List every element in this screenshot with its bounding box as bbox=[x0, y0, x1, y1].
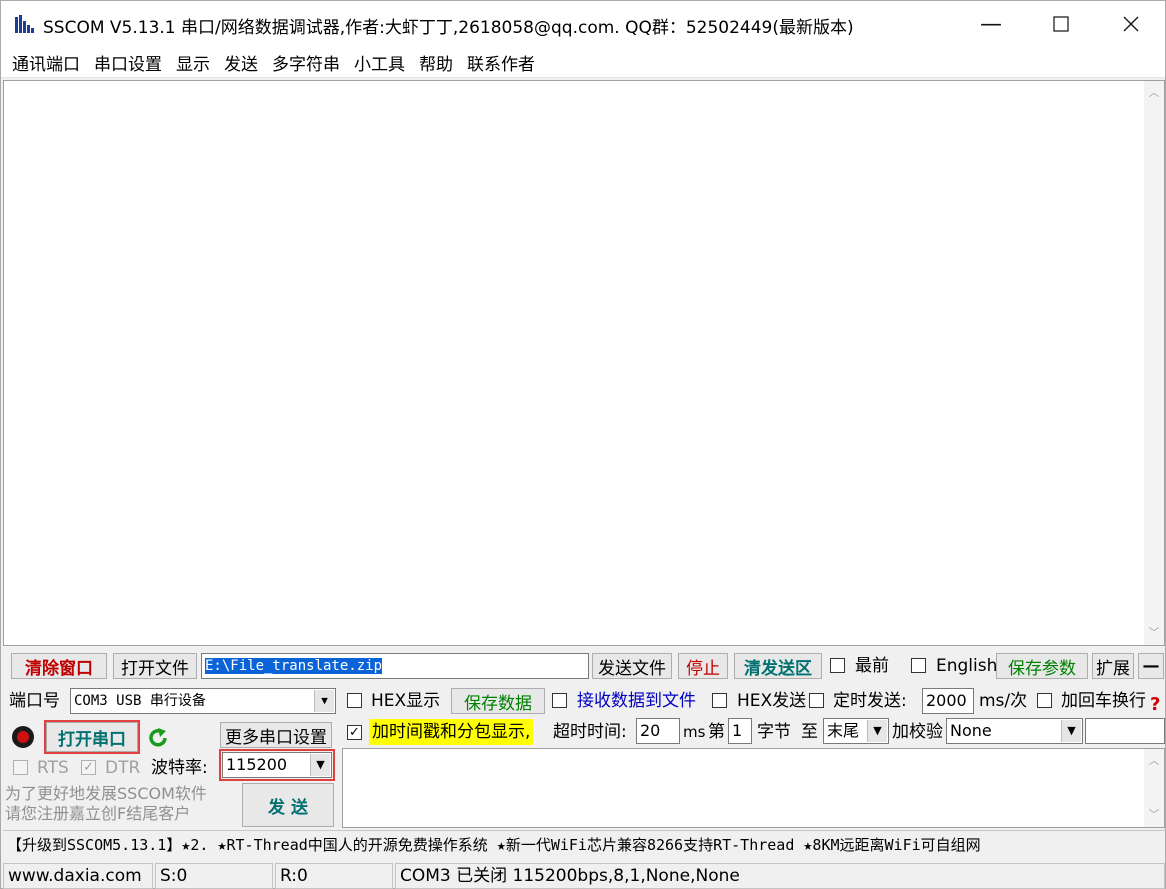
receive-scrollbar[interactable]: ︿ ﹀ bbox=[1144, 81, 1164, 645]
app-logo-icon bbox=[15, 15, 34, 33]
clear-window-button[interactable]: 清除窗口 bbox=[11, 653, 107, 679]
dtr-checkbox[interactable]: ✓ bbox=[81, 760, 96, 775]
dtr-label: DTR bbox=[105, 758, 141, 778]
open-file-button[interactable]: 打开文件 bbox=[113, 653, 197, 679]
status-bar: www.daxia.com S:0 R:0 COM3 已关闭 115200bps… bbox=[1, 861, 1165, 889]
chevron-down-icon[interactable]: ▼ bbox=[1061, 720, 1081, 742]
app-window: SSCOM V5.13.1 串口/网络数据调试器,作者:大虾丁丁,2618058… bbox=[0, 0, 1166, 889]
menu-send[interactable]: 发送 bbox=[217, 50, 265, 75]
add-crlf-checkbox[interactable] bbox=[1037, 693, 1052, 708]
menu-bar: 通讯端口 串口设置 显示 发送 多字符串 小工具 帮助 联系作者 bbox=[1, 47, 1165, 78]
clear-send-button[interactable]: 清发送区 bbox=[734, 653, 822, 679]
hex-display-label: HEX显示 bbox=[371, 691, 441, 711]
timeout-label: 超时时间: bbox=[553, 722, 627, 742]
collapse-button[interactable]: — bbox=[1138, 653, 1164, 679]
port-label: 端口号 bbox=[9, 691, 60, 711]
hex-send-label: HEX发送 bbox=[737, 691, 807, 711]
scroll-down-icon[interactable]: ﹀ bbox=[1144, 623, 1164, 643]
checksum-label: 加校验 bbox=[892, 722, 943, 742]
file-path-text: E:\File_translate.zip bbox=[205, 658, 383, 674]
expand-button[interactable]: 扩展 bbox=[1092, 653, 1134, 679]
send-file-button[interactable]: 发送文件 bbox=[592, 653, 672, 679]
rts-checkbox[interactable] bbox=[13, 760, 28, 775]
send-scrollbar[interactable]: ︿ ﹀ bbox=[1144, 749, 1164, 827]
port-status-text: COM3 已关闭 115200bps,8,1,None,None bbox=[395, 863, 1165, 889]
save-params-button[interactable]: 保存参数 bbox=[996, 653, 1088, 679]
add-crlf-label: 加回车换行 bbox=[1061, 691, 1146, 711]
menu-port-settings[interactable]: 串口设置 bbox=[87, 50, 169, 75]
timeout-input[interactable]: 20 bbox=[636, 718, 680, 744]
checksum-result-field bbox=[1085, 718, 1165, 744]
save-data-button[interactable]: 保存数据 bbox=[451, 688, 545, 714]
stop-button[interactable]: 停止 bbox=[678, 653, 728, 679]
timed-send-checkbox[interactable] bbox=[809, 693, 824, 708]
port-status-light-icon bbox=[12, 726, 34, 748]
hex-display-checkbox[interactable] bbox=[347, 693, 362, 708]
timestamp-label: 加时间戳和分包显示, bbox=[369, 719, 534, 745]
topmost-checkbox[interactable] bbox=[830, 658, 845, 673]
recv-to-file-label: 接收数据到文件 bbox=[577, 691, 696, 711]
byte-unit-label: 字节 bbox=[757, 722, 791, 742]
received-count: R:0 bbox=[275, 863, 393, 889]
menu-comm-port[interactable]: 通讯端口 bbox=[5, 50, 87, 75]
to-label: 至 bbox=[801, 722, 818, 742]
hex-send-checkbox[interactable] bbox=[712, 693, 727, 708]
byte-index-input[interactable]: 1 bbox=[728, 718, 752, 744]
baud-label: 波特率: bbox=[151, 758, 208, 778]
menu-multi-string[interactable]: 多字符串 bbox=[265, 50, 347, 75]
maximize-button[interactable] bbox=[1026, 1, 1096, 47]
title-bar: SSCOM V5.13.1 串口/网络数据调试器,作者:大虾丁丁,2618058… bbox=[1, 1, 1165, 47]
chevron-down-icon[interactable]: ▼ bbox=[867, 720, 887, 742]
interval-unit-label: ms/次 bbox=[979, 691, 1028, 711]
menu-contact-author[interactable]: 联系作者 bbox=[460, 50, 542, 75]
checksum-select-value: None bbox=[950, 721, 992, 740]
chevron-down-icon[interactable]: ▼ bbox=[314, 690, 334, 712]
promo-line-1: 为了更好地发展SSCOM软件 bbox=[5, 784, 207, 803]
promo-line-2: 请您注册嘉立创F结尾客户 bbox=[5, 804, 191, 823]
to-select-value: 末尾 bbox=[827, 721, 860, 740]
open-port-highlight bbox=[44, 720, 140, 754]
menu-display[interactable]: 显示 bbox=[169, 50, 217, 75]
more-port-settings-button[interactable]: 更多串口设置 bbox=[220, 722, 332, 748]
checksum-select[interactable]: None ▼ bbox=[946, 718, 1083, 744]
scroll-up-icon[interactable]: ︿ bbox=[1144, 751, 1164, 771]
topmost-label: 最前 bbox=[855, 656, 889, 676]
scroll-up-icon[interactable]: ︿ bbox=[1144, 83, 1164, 103]
timestamp-checkbox[interactable]: ✓ bbox=[347, 725, 362, 740]
timed-interval-input[interactable]: 2000 bbox=[922, 688, 974, 714]
receive-area[interactable]: ︿ ﹀ bbox=[3, 80, 1165, 646]
send-button[interactable]: 发 送 bbox=[242, 783, 334, 827]
timeout-unit-label: ms bbox=[683, 723, 706, 741]
recv-to-file-checkbox[interactable] bbox=[552, 693, 567, 708]
maximize-icon bbox=[1053, 16, 1069, 32]
refresh-icon[interactable] bbox=[146, 726, 170, 750]
baud-highlight bbox=[219, 749, 335, 781]
to-select[interactable]: 末尾 ▼ bbox=[823, 718, 889, 744]
byte-prefix-label: 第 bbox=[708, 722, 725, 742]
file-path-input[interactable]: E:\File_translate.zip bbox=[201, 653, 589, 679]
english-checkbox[interactable] bbox=[911, 658, 926, 673]
menu-tools[interactable]: 小工具 bbox=[347, 50, 412, 75]
rts-label: RTS bbox=[37, 758, 69, 778]
close-button[interactable] bbox=[1096, 1, 1166, 47]
website-link[interactable]: www.daxia.com bbox=[3, 863, 153, 889]
close-icon bbox=[1123, 16, 1139, 32]
timed-send-label: 定时发送: bbox=[833, 691, 907, 711]
sent-count: S:0 bbox=[155, 863, 273, 889]
help-question-icon[interactable]: ? bbox=[1150, 695, 1160, 715]
news-ticker[interactable]: 【升级到SSCOM5.13.1】★2. ★RT-Thread中国人的开源免费操作… bbox=[3, 830, 1165, 858]
scroll-down-icon[interactable]: ﹀ bbox=[1144, 805, 1164, 825]
english-label: English bbox=[936, 656, 998, 676]
port-select-value: COM3 USB 串行设备 bbox=[74, 693, 206, 709]
menu-help[interactable]: 帮助 bbox=[412, 50, 460, 75]
window-title: SSCOM V5.13.1 串口/网络数据调试器,作者:大虾丁丁,2618058… bbox=[43, 18, 854, 38]
send-data-textarea[interactable]: ︿ ﹀ bbox=[342, 748, 1165, 828]
port-select[interactable]: COM3 USB 串行设备 ▼ bbox=[70, 688, 336, 714]
minimize-button[interactable]: — bbox=[956, 1, 1026, 47]
